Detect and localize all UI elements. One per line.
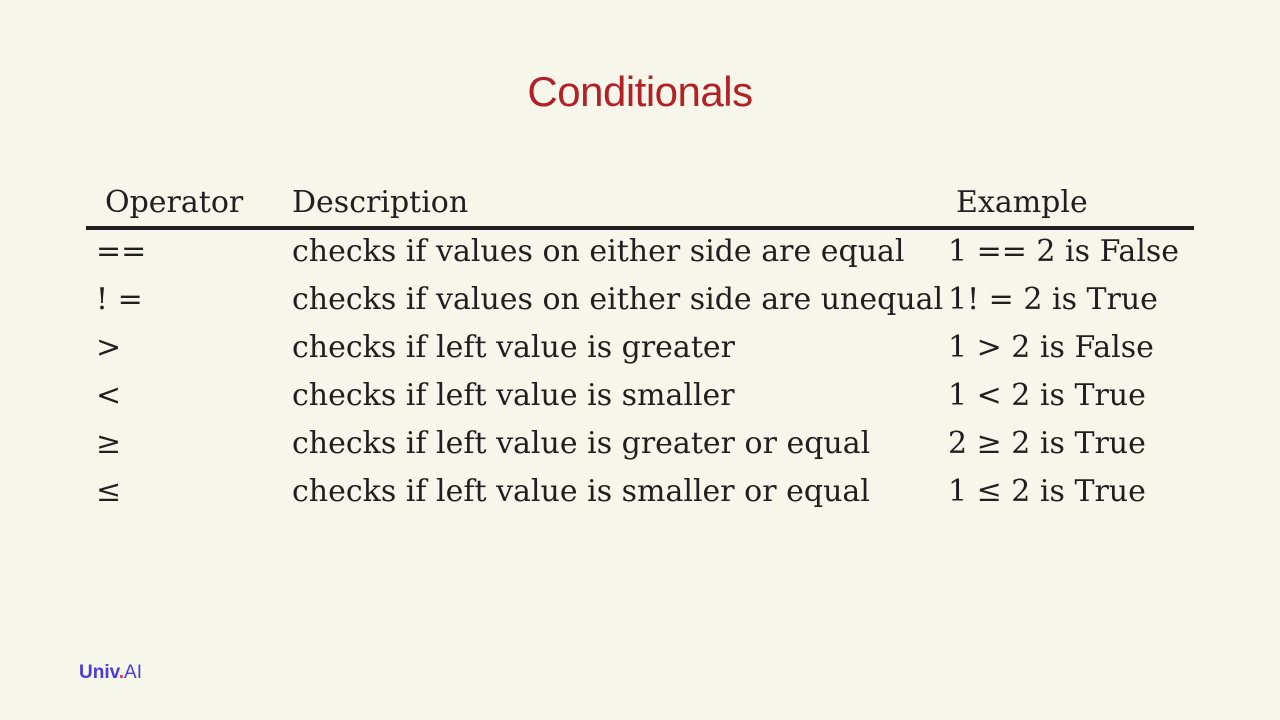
example-cell: 1 < 2 is True <box>948 378 1146 413</box>
description-cell: checks if left value is smaller <box>292 378 735 413</box>
header-example: Example <box>956 185 1088 220</box>
example-cell: 1! = 2 is True <box>948 282 1158 317</box>
operator-cell: > <box>96 330 122 365</box>
description-cell: checks if values on either side are equa… <box>292 234 905 269</box>
operator-cell: ! = <box>96 282 143 317</box>
operator-cell: ≤ <box>96 474 122 509</box>
example-cell: 1 > 2 is False <box>948 330 1154 365</box>
description-cell: checks if left value is smaller or equal <box>292 474 870 509</box>
header-description: Description <box>292 185 469 220</box>
table-row: ≥ checks if left value is greater or equ… <box>0 420 1280 468</box>
example-cell: 1 == 2 is False <box>948 234 1179 269</box>
description-cell: checks if values on either side are uneq… <box>292 282 944 317</box>
table-row: < checks if left value is smaller 1 < 2 … <box>0 372 1280 420</box>
logo-suffix: AI <box>124 662 142 683</box>
table-row: > checks if left value is greater 1 > 2 … <box>0 324 1280 372</box>
example-cell: 1 ≤ 2 is True <box>948 474 1146 509</box>
table-row: == checks if values on either side are e… <box>0 228 1280 276</box>
table-row: ≤ checks if left value is smaller or equ… <box>0 468 1280 516</box>
logo-brand: Univ <box>79 662 119 683</box>
description-cell: checks if left value is greater or equal <box>292 426 871 461</box>
operator-cell: < <box>96 378 122 413</box>
description-cell: checks if left value is greater <box>292 330 735 365</box>
operator-cell: ≥ <box>96 426 122 461</box>
example-cell: 2 ≥ 2 is True <box>948 426 1146 461</box>
operator-cell: == <box>96 234 147 269</box>
header-operator: Operator <box>105 185 244 220</box>
slide-title: Conditionals <box>527 68 753 115</box>
table-row: ! = checks if values on either side are … <box>0 276 1280 324</box>
univ-ai-logo: Univ.AI <box>79 662 142 684</box>
